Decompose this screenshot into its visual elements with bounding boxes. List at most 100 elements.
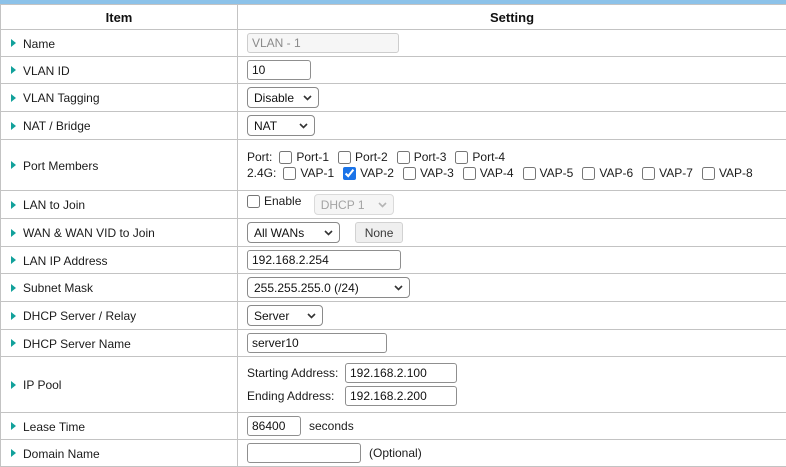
table-row-domain-name: Domain Name (Optional) xyxy=(1,440,786,467)
wan-none-button[interactable]: None xyxy=(355,222,404,243)
port-2-checkbox[interactable] xyxy=(338,151,351,164)
table-row-vlan-id: VLAN ID xyxy=(1,57,786,84)
vlan-id-label: VLAN ID xyxy=(23,63,70,77)
lease-time-unit-label: seconds xyxy=(309,419,354,433)
band-prefix-label: 2.4G: xyxy=(247,166,276,180)
item-bullet-icon xyxy=(11,256,16,264)
chevron-down-icon xyxy=(378,202,387,208)
checkbox-port-1[interactable]: Port-1 xyxy=(279,150,329,164)
lan-ip-label: LAN IP Address xyxy=(23,253,108,267)
checkbox-vap-1[interactable]: VAP-1 xyxy=(283,166,334,180)
checkbox-port-4[interactable]: Port-4 xyxy=(455,150,505,164)
nat-bridge-label: NAT / Bridge xyxy=(23,119,91,133)
lan-to-join-label: LAN to Join xyxy=(23,198,85,212)
domain-name-input[interactable] xyxy=(247,443,361,463)
table-row-dhcp-server-name: DHCP Server Name xyxy=(1,330,786,357)
checkbox-vap-7[interactable]: VAP-7 xyxy=(642,166,693,180)
starting-address-label: Starting Address: xyxy=(247,366,345,380)
item-bullet-icon xyxy=(11,229,16,237)
port-4-checkbox[interactable] xyxy=(455,151,468,164)
subnet-mask-label: Subnet Mask xyxy=(23,281,93,295)
vap-3-checkbox[interactable] xyxy=(403,167,416,180)
checkbox-vap-5[interactable]: VAP-5 xyxy=(523,166,574,180)
domain-name-label: Domain Name xyxy=(23,446,100,460)
ending-address-label: Ending Address: xyxy=(247,389,345,403)
checkbox-vap-3[interactable]: VAP-3 xyxy=(403,166,454,180)
item-bullet-icon xyxy=(11,284,16,292)
chevron-down-icon xyxy=(307,313,316,319)
wan-select[interactable]: All WANs xyxy=(247,222,340,243)
vap-5-checkbox[interactable] xyxy=(523,167,536,180)
item-bullet-icon xyxy=(11,381,16,389)
vap-4-checkbox[interactable] xyxy=(463,167,476,180)
lan-join-dhcp-selected-value: DHCP 1 xyxy=(321,198,365,212)
lan-join-enable[interactable]: Enable xyxy=(247,194,301,208)
item-bullet-icon xyxy=(11,312,16,320)
chevron-down-icon xyxy=(394,285,403,291)
checkbox-vap-8[interactable]: VAP-8 xyxy=(702,166,753,180)
vap-1-checkbox[interactable] xyxy=(283,167,296,180)
vap-2-checkbox[interactable] xyxy=(343,167,356,180)
column-header-item: Item xyxy=(1,5,238,30)
dhcp-server-name-label: DHCP Server Name xyxy=(23,336,131,350)
vlan-name-input[interactable] xyxy=(247,33,399,53)
item-bullet-icon xyxy=(11,39,16,47)
vap-6-checkbox[interactable] xyxy=(582,167,595,180)
item-bullet-icon xyxy=(11,422,16,430)
ending-address-input[interactable] xyxy=(345,386,457,406)
subnet-mask-select[interactable]: 255.255.255.0 (/24) xyxy=(247,277,410,298)
vlan-tagging-label: VLAN Tagging xyxy=(23,91,100,105)
checkbox-port-2[interactable]: Port-2 xyxy=(338,150,388,164)
item-bullet-icon xyxy=(11,339,16,347)
wan-to-join-label: WAN & WAN VID to Join xyxy=(23,226,155,240)
vlan-id-input[interactable] xyxy=(247,60,311,80)
starting-address-input[interactable] xyxy=(345,363,457,383)
lan-join-dhcp-select[interactable]: DHCP 1 xyxy=(314,194,394,215)
name-label: Name xyxy=(23,36,55,50)
vap-7-checkbox[interactable] xyxy=(642,167,655,180)
table-row-name: Name xyxy=(1,30,786,57)
table-row-vlan-tagging: VLAN Tagging Disable xyxy=(1,84,786,112)
port-1-checkbox[interactable] xyxy=(279,151,292,164)
domain-optional-label: (Optional) xyxy=(369,446,422,460)
table-row-lease-time: Lease Time seconds xyxy=(1,413,786,440)
chevron-down-icon xyxy=(303,95,312,101)
checkbox-port-3[interactable]: Port-3 xyxy=(397,150,447,164)
subnet-mask-selected-value: 255.255.255.0 (/24) xyxy=(254,281,359,295)
ip-pool-starting-line: Starting Address: xyxy=(247,363,780,383)
lease-time-label: Lease Time xyxy=(23,419,85,433)
table-row-wan-to-join: WAN & WAN VID to Join All WANs None xyxy=(1,219,786,247)
checkbox-vap-6[interactable]: VAP-6 xyxy=(582,166,633,180)
lan-ip-input[interactable] xyxy=(247,250,401,270)
item-bullet-icon xyxy=(11,66,16,74)
lease-time-input[interactable] xyxy=(247,416,301,436)
ip-pool-label: IP Pool xyxy=(23,378,61,392)
item-bullet-icon xyxy=(11,94,16,102)
checkbox-vap-2[interactable]: VAP-2 xyxy=(343,166,394,180)
ip-pool-ending-line: Ending Address: xyxy=(247,386,780,406)
chevron-down-icon xyxy=(299,123,308,129)
wired-ports-line: Port: Port-1 Port-2 Port-3 Port-4 xyxy=(247,150,780,164)
vlan-settings-table: Item Setting Name VLAN ID VLAN Tagging D… xyxy=(0,4,786,467)
vlan-tagging-selected-value: Disable xyxy=(254,91,294,105)
table-row-nat-bridge: NAT / Bridge NAT xyxy=(1,112,786,140)
wan-selected-value: All WANs xyxy=(254,226,304,240)
vap-8-checkbox[interactable] xyxy=(702,167,715,180)
item-bullet-icon xyxy=(11,161,16,169)
port-3-checkbox[interactable] xyxy=(397,151,410,164)
port-prefix-label: Port: xyxy=(247,150,272,164)
port-members-label: Port Members xyxy=(23,158,98,172)
table-row-ip-pool: IP Pool Starting Address: Ending Address… xyxy=(1,357,786,413)
dhcp-server-name-input[interactable] xyxy=(247,333,387,353)
table-row-subnet-mask: Subnet Mask 255.255.255.0 (/24) xyxy=(1,274,786,302)
vlan-tagging-select[interactable]: Disable xyxy=(247,87,319,108)
table-row-port-members: Port Members Port: Port-1 Port-2 Port-3 … xyxy=(1,140,786,191)
lan-join-enable-checkbox[interactable] xyxy=(247,195,260,208)
dhcp-mode-select[interactable]: Server xyxy=(247,305,323,326)
column-header-setting: Setting xyxy=(238,5,786,30)
checkbox-vap-4[interactable]: VAP-4 xyxy=(463,166,514,180)
nat-bridge-select[interactable]: NAT xyxy=(247,115,315,136)
nat-bridge-selected-value: NAT xyxy=(254,119,277,133)
item-bullet-icon xyxy=(11,122,16,130)
table-row-lan-ip: LAN IP Address xyxy=(1,247,786,274)
